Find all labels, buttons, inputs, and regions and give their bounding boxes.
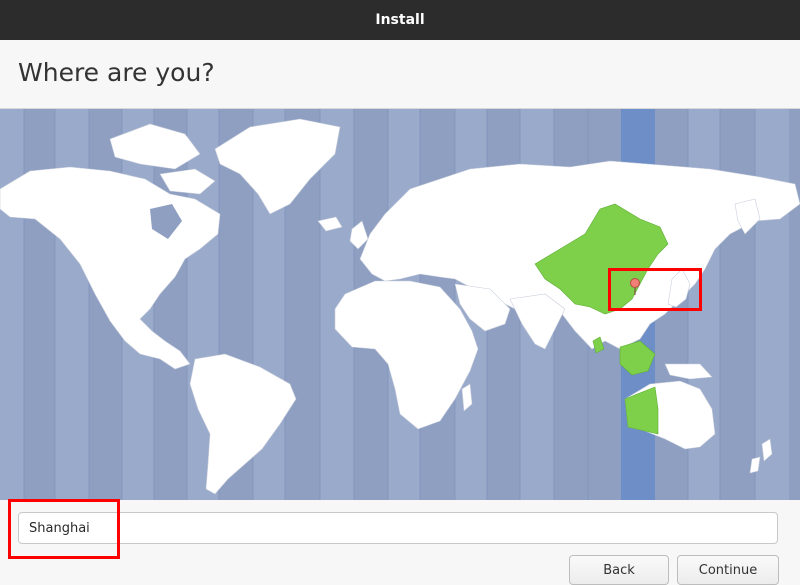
timezone-input[interactable] — [18, 512, 778, 544]
back-button[interactable]: Back — [569, 555, 669, 585]
continue-button[interactable]: Continue — [677, 555, 779, 585]
page-header: Where are you? — [0, 40, 800, 109]
window-title: Install — [375, 12, 425, 28]
timezone-map[interactable] — [0, 109, 800, 500]
page-title: Where are you? — [18, 58, 215, 87]
world-map-svg[interactable] — [0, 109, 800, 500]
window-titlebar: Install — [0, 0, 800, 40]
